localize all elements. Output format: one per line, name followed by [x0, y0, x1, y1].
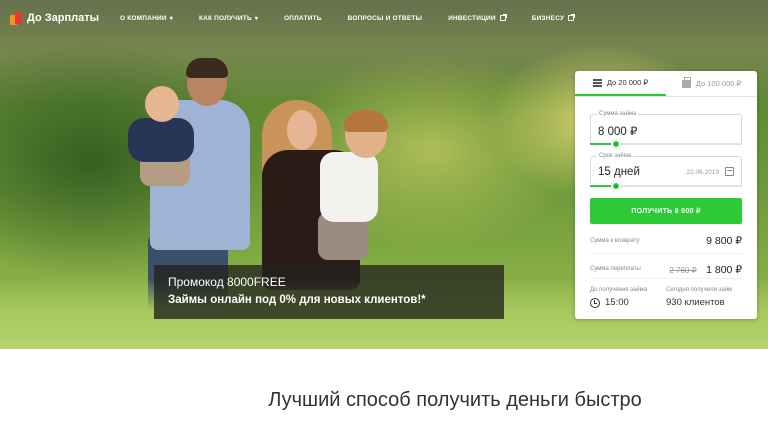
nav-item-faq[interactable]: Вопросы и ответы: [348, 15, 423, 22]
nav-item-label: Оплатить: [284, 14, 322, 22]
child-figure: [320, 152, 378, 222]
clock-icon: [590, 297, 600, 308]
promo-code: Промокод 8000FREE: [168, 275, 286, 289]
logo[interactable]: До Зарплаты: [10, 11, 110, 25]
nav-item-label: О компании: [120, 14, 167, 22]
nav-item-how-to-get[interactable]: Как получить ▾: [199, 15, 258, 22]
child-figure: [128, 118, 194, 162]
nav-item-investments[interactable]: Инвестиции: [448, 14, 507, 22]
divider: [590, 278, 742, 279]
today-value: 930 клиентов: [666, 297, 725, 308]
amount-slider-handle[interactable]: [610, 139, 621, 149]
until-value: 15:00: [605, 297, 629, 308]
nav-item-label: Вопросы и ответы: [347, 14, 423, 22]
nav-item-label: Бизнесу: [531, 14, 565, 22]
nav-item-pay[interactable]: Оплатить: [284, 15, 322, 22]
overpay-row: Сумма переплаты 2 760 ₽ 1 800 ₽: [590, 260, 742, 278]
return-date: 22.06.2019: [686, 169, 719, 176]
nav-item-label: Как получить: [198, 14, 252, 22]
calendar-icon[interactable]: [725, 167, 734, 176]
overpay-value: 1 800 ₽: [706, 264, 742, 276]
get-loan-button[interactable]: Получить 8 000 ₽: [590, 198, 742, 224]
logo-text: До Зарплаты: [27, 12, 100, 24]
tab-label: До 20 000 ₽: [606, 78, 649, 87]
tab-label: До 100 000 ₽: [695, 79, 742, 88]
tab-up-to-20000[interactable]: До 20 000 ₽: [575, 71, 666, 96]
overpay-old-value: 2 760 ₽: [669, 266, 697, 275]
divider: [590, 253, 742, 254]
promo-text: Займы онлайн под 0% для новых клиентов!*: [168, 294, 426, 306]
today-info: Сегодня получили займ 930 клиентов: [666, 287, 732, 308]
briefcase-icon: [681, 76, 691, 88]
amount-slider[interactable]: [590, 139, 742, 149]
child-figure: [344, 110, 388, 132]
nav-item-about[interactable]: О компании ▾: [120, 15, 173, 22]
external-link-icon: [499, 14, 507, 21]
amount-label: Сумма займа: [597, 111, 639, 117]
loan-calculator: До 20 000 ₽ До 100 000 ₽ Сумма займа 8 0…: [575, 71, 757, 319]
overpay-label: Сумма переплаты: [590, 266, 641, 272]
term-label: Срок займа: [597, 153, 634, 159]
repay-row: Сумма к возврату 9 800 ₽: [590, 235, 742, 247]
nav-item-label: Инвестиции: [448, 14, 496, 22]
chevron-down-icon: ▾: [254, 15, 259, 22]
today-label: Сегодня получили займ: [666, 287, 733, 293]
amount-value[interactable]: 8 000 ₽: [598, 124, 637, 138]
term-value[interactable]: 15 дней: [598, 166, 640, 178]
until-label: До получения займа: [590, 287, 648, 293]
child-figure: [145, 86, 179, 122]
external-link-icon: [568, 14, 576, 21]
section-title: Лучший способ получить деньги быстро: [268, 389, 642, 411]
tab-up-to-100000[interactable]: До 100 000 ₽: [666, 71, 757, 96]
main-nav: О компании ▾ Как получить ▾ Оплатить Воп…: [120, 14, 600, 22]
man-figure: [186, 58, 228, 78]
repay-label: Сумма к возврату: [590, 238, 640, 244]
site-header: До Зарплаты О компании ▾ Как получить ▾ …: [0, 0, 768, 36]
calculator-tabs: До 20 000 ₽ До 100 000 ₽: [575, 71, 757, 97]
promo-banner: Промокод 8000FREE Займы онлайн под 0% дл…: [154, 265, 504, 319]
term-slider[interactable]: [590, 181, 742, 191]
until-info: До получения займа 15:00: [590, 287, 647, 308]
stack-icon: [592, 78, 602, 87]
nav-item-business[interactable]: Бизнесу: [531, 14, 576, 22]
logo-icon: [10, 11, 23, 25]
term-slider-handle[interactable]: [610, 181, 621, 191]
chevron-down-icon: ▾: [169, 15, 173, 22]
repay-value: 9 800 ₽: [706, 235, 742, 247]
woman-figure: [287, 110, 317, 150]
